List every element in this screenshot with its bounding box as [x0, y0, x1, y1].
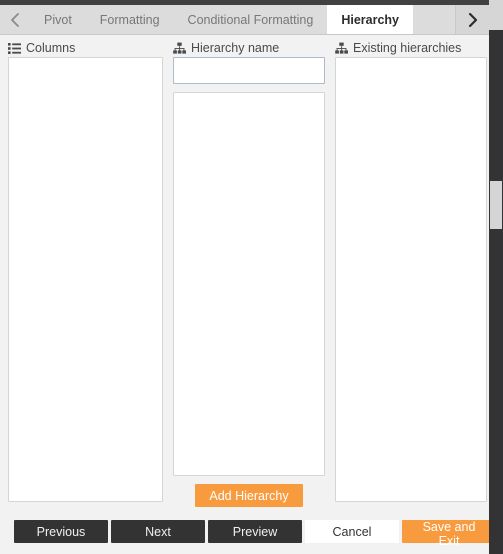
tab-formatting[interactable]: Formatting [86, 5, 174, 34]
dialog-footer: Previous Next Preview Cancel Save and Ex… [0, 520, 489, 554]
chevron-right-icon [466, 11, 479, 29]
tab-conditional-formatting[interactable]: Conditional Formatting [174, 5, 328, 34]
hierarchy-items-list[interactable] [173, 92, 325, 476]
existing-hierarchies-section: Existing hierarchies [335, 35, 487, 502]
dialog-content: Columns Hierarchy name Add Hierarchy Exi… [0, 35, 489, 519]
hierarchy-header: Hierarchy name [173, 35, 325, 57]
tab-pivot-label: Pivot [44, 12, 72, 27]
tab-pivot[interactable]: Pivot [30, 5, 86, 34]
tab-hierarchy[interactable]: Hierarchy [327, 5, 413, 34]
columns-title: Columns [26, 41, 76, 55]
tab-hierarchy-label: Hierarchy [341, 12, 399, 27]
chevron-left-icon [10, 12, 21, 28]
scrollbar-top-cap [489, 0, 503, 30]
sitemap-icon [335, 42, 348, 55]
dialog-body: Pivot Formatting Conditional Formatting … [0, 5, 489, 554]
columns-header: Columns [8, 35, 163, 57]
sitemap-icon [173, 42, 186, 55]
tab-list: Pivot Formatting Conditional Formatting … [30, 5, 455, 34]
existing-hierarchies-list[interactable] [335, 57, 487, 502]
preview-button[interactable]: Preview [208, 520, 302, 543]
tab-formatting-label: Formatting [99, 12, 160, 27]
vertical-scrollbar-track[interactable] [489, 0, 503, 554]
tab-scroll-left-button[interactable] [0, 5, 30, 34]
tab-scroll-right-button[interactable] [455, 5, 489, 34]
tab-conditional-formatting-label: Conditional Formatting [187, 12, 314, 27]
columns-section: Columns [8, 35, 163, 502]
cancel-button[interactable]: Cancel [305, 520, 399, 543]
list-icon [8, 42, 21, 55]
hierarchy-section: Hierarchy name Add Hierarchy [173, 35, 325, 507]
hierarchy-name-input[interactable] [173, 57, 325, 84]
vertical-scrollbar-thumb[interactable] [490, 181, 502, 229]
add-hierarchy-row: Add Hierarchy [173, 484, 325, 507]
next-button[interactable]: Next [111, 520, 205, 543]
existing-hierarchies-header: Existing hierarchies [335, 35, 487, 57]
previous-button[interactable]: Previous [14, 520, 108, 543]
dialog-window: Pivot Formatting Conditional Formatting … [0, 0, 503, 554]
existing-hierarchies-title: Existing hierarchies [353, 41, 462, 55]
save-and-exit-button[interactable]: Save and Exit [402, 520, 489, 548]
tab-bar: Pivot Formatting Conditional Formatting … [0, 5, 489, 35]
add-hierarchy-button[interactable]: Add Hierarchy [195, 484, 303, 507]
hierarchy-title: Hierarchy name [191, 41, 280, 55]
columns-list[interactable] [8, 57, 163, 502]
